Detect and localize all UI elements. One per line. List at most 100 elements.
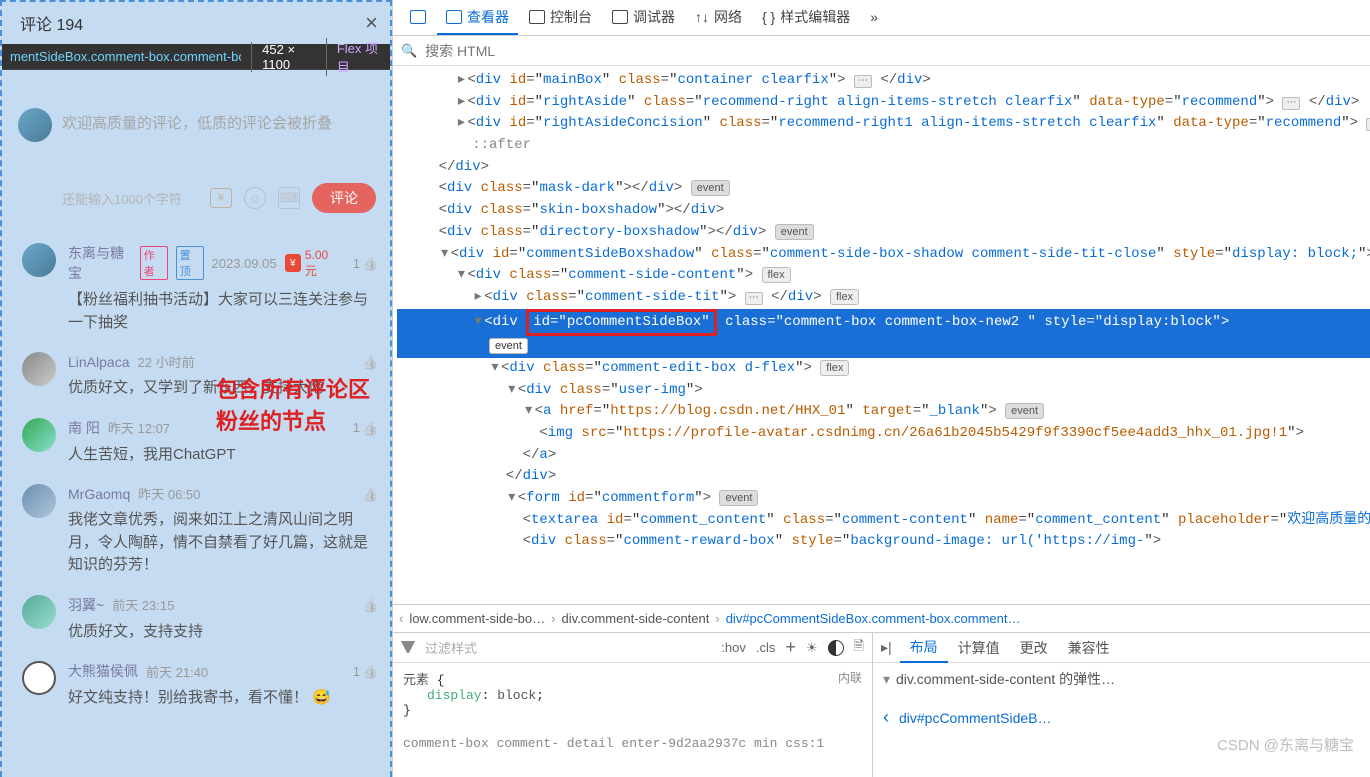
commenter-name[interactable]: LinAlpaca — [68, 354, 130, 370]
tab-console[interactable]: 控制台 — [520, 1, 601, 35]
hov-button[interactable]: :hov — [721, 640, 746, 655]
cls-button[interactable]: .cls — [756, 640, 776, 655]
dom-tree-line[interactable]: <img src="https://profile-avatar.csdnimg… — [397, 423, 1370, 445]
chevron-left-icon[interactable]: ‹ — [883, 707, 889, 728]
dom-tree-line[interactable]: <div class="directory-boxshadow"></div> … — [397, 222, 1370, 244]
author-tag: 作者 — [140, 246, 168, 280]
tab-network[interactable]: ↑↓ 网络 — [686, 1, 751, 35]
dom-tree-line[interactable]: ▾<form id="commentform"> event — [397, 488, 1370, 510]
dom-tree-line[interactable]: ▸<div class="comment-side-tit"> ⋯ </div>… — [397, 287, 1370, 309]
thumb-up-icon — [362, 256, 376, 270]
dom-tree-line[interactable]: </div> — [397, 157, 1370, 179]
like-button[interactable] — [362, 598, 376, 612]
tabs-overflow-icon[interactable]: » — [861, 3, 887, 33]
breadcrumb-item[interactable]: low.comment-side-bo… — [409, 611, 545, 626]
publish-button[interactable]: 评论 — [312, 183, 376, 213]
comment-time: 昨天 06:50 — [138, 484, 200, 503]
tab-debugger[interactable]: 调试器 — [603, 1, 684, 35]
commenter-avatar[interactable] — [22, 243, 56, 277]
commenter-name[interactable]: MrGaomq — [68, 486, 130, 502]
thumb-up-icon — [362, 355, 376, 369]
commenter-name[interactable]: 南 阳 — [68, 418, 100, 438]
comment-body: 【粉丝福利抽书活动】大家可以三连关注参与一下抽奖 — [68, 283, 376, 334]
commenter-name[interactable]: 东离与糖宝 — [68, 243, 132, 283]
comment-header: 东离与糖宝作者置顶2023.09.05¥5.00元1 — [68, 243, 376, 283]
commenter-avatar[interactable] — [22, 352, 56, 386]
thumb-up-icon — [362, 487, 376, 501]
selector-path: mentSideBox.comment-box.comment-box-new2 — [10, 49, 241, 64]
pick-element-button[interactable] — [401, 4, 435, 32]
styles-rules[interactable]: 元素 内联 { display: block; } comment-box co… — [393, 663, 872, 777]
dom-tree-line[interactable]: </a> — [397, 445, 1370, 467]
filter-styles-input[interactable]: 过滤样式 — [425, 638, 711, 657]
reward-yen-icon[interactable]: ¥ — [210, 188, 232, 208]
tab-changes[interactable]: 更改 — [1010, 634, 1058, 662]
print-mode-icon[interactable]: 🗎 — [854, 637, 864, 659]
flex-item-link[interactable]: div#pcCommentSideB… — [899, 710, 1052, 726]
tab-inspector[interactable]: 查看器 — [437, 1, 518, 35]
comment-textarea[interactable]: 欢迎高质量的评论，低质的评论会被折叠 — [62, 108, 376, 183]
tab-layout[interactable]: 布局 — [900, 633, 948, 663]
layout-sidebar-icon[interactable]: ▸| — [881, 639, 892, 656]
filter-icon[interactable] — [401, 641, 415, 655]
dom-tree[interactable]: ▸<div id="mainBox" class="container clea… — [393, 66, 1370, 604]
dom-tree-line[interactable]: ▾<div class="comment-edit-box d-flex"> f… — [397, 358, 1370, 380]
chevron-down-icon[interactable]: ▾ — [883, 671, 890, 688]
dom-tree-line[interactable]: ::after — [397, 135, 1370, 157]
like-button[interactable] — [362, 487, 376, 501]
user-avatar[interactable] — [18, 108, 52, 142]
styles-panel: 过滤样式 :hov .cls + ☀ 🗎 元素 内联 { display: bl… — [393, 632, 1370, 777]
dom-tree-line[interactable]: <div class="comment-reward-box" style="b… — [397, 531, 1370, 553]
search-html-input[interactable] — [425, 43, 1370, 59]
comment-time: 22 小时前 — [138, 352, 195, 371]
tab-computed[interactable]: 计算值 — [948, 634, 1010, 662]
commenter-avatar[interactable] — [22, 595, 56, 629]
dom-tree-line[interactable]: ▾<div class="comment-side-content"> flex — [397, 265, 1370, 287]
char-count-hint: 还能输入1000个字符 — [62, 189, 198, 208]
like-button[interactable]: 1 — [353, 664, 376, 679]
like-button[interactable]: 1 — [353, 256, 376, 271]
dom-tree-line[interactable]: ▾<div id="commentSideBoxshadow" class="c… — [397, 244, 1370, 266]
sticky-tag: 置顶 — [176, 246, 204, 280]
comment-item: 羽翼~前天 23:15优质好文，支持支持 — [2, 581, 390, 648]
dom-tree-line[interactable]: <textarea id="comment_content" class="co… — [397, 510, 1370, 532]
commenter-avatar[interactable] — [22, 418, 56, 452]
dom-tree-line[interactable]: ▾<a href="https://blog.csdn.net/HHX_01" … — [397, 401, 1370, 423]
like-button[interactable] — [362, 355, 376, 369]
dom-tree-line[interactable]: event — [397, 336, 1370, 358]
dom-tree-line[interactable]: ▸<div id="rightAsideConcision" class="re… — [397, 113, 1370, 135]
dark-mode-icon[interactable] — [828, 640, 844, 656]
comment-item: 大熊猫侯佩前天 21:401好文纯支持！别给我寄书，看不懂！ 😅 — [2, 647, 390, 714]
breadcrumb-item[interactable]: div.comment-side-content — [561, 611, 709, 626]
dom-tree-line[interactable]: ▾<div class="user-img"> — [397, 380, 1370, 402]
comment-body: 人生苦短，我用ChatGPT — [68, 438, 376, 467]
dom-tree-line[interactable]: </div> — [397, 466, 1370, 488]
dom-tree-line[interactable]: ▸<div id="mainBox" class="container clea… — [397, 70, 1370, 92]
breadcrumb-item-active[interactable]: div#pcCommentSideBox.comment-box.comment… — [726, 611, 1021, 626]
dom-tree-line[interactable]: ▾<div id="pcCommentSideBox" class="comme… — [397, 309, 1370, 337]
devtools-panel: 查看器 控制台 调试器 ↑↓ 网络 { } 样式编辑器 » !2 ⋯ 🔍 + ✎… — [392, 0, 1370, 777]
tab-style-editor[interactable]: { } 样式编辑器 — [753, 1, 859, 35]
add-rule-button[interactable]: + — [785, 637, 796, 658]
element-dimension-tooltip: mentSideBox.comment-box.comment-box-new2… — [2, 44, 390, 70]
comment-time: 昨天 12:07 — [108, 418, 170, 437]
comment-editor: 欢迎高质量的评论，低质的评论会被折叠 还能输入1000个字符 ¥ ☺ ⌨ 评论 — [62, 108, 376, 213]
comment-count-title: 评论 194 — [20, 11, 365, 35]
inline-origin: 内联 — [838, 669, 862, 686]
dom-tree-line[interactable]: ▸<div id="rightAside" class="recommend-r… — [397, 92, 1370, 114]
comment-header: LinAlpaca 22 小时前 — [68, 352, 376, 371]
breadcrumb-prev-icon[interactable]: ‹ — [399, 611, 403, 626]
layout-tab-bar: ▸| 布局 计算值 更改 兼容性 — [873, 633, 1370, 663]
code-icon[interactable]: ⌨ — [278, 187, 300, 209]
commenter-avatar[interactable] — [22, 484, 56, 518]
commenter-avatar[interactable] — [22, 661, 56, 695]
tab-compat[interactable]: 兼容性 — [1058, 634, 1120, 662]
commenter-name[interactable]: 羽翼~ — [68, 595, 104, 615]
dom-tree-line[interactable]: <div class="mask-dark"></div> event — [397, 178, 1370, 200]
light-mode-icon[interactable]: ☀ — [806, 640, 818, 656]
emoji-icon[interactable]: ☺ — [244, 187, 266, 209]
close-icon[interactable]: × — [365, 10, 378, 36]
stylesheet-source[interactable]: comment-box comment- detail enter-9d2aa2… — [403, 736, 862, 751]
dom-tree-line[interactable]: <div class="skin-boxshadow"></div> — [397, 200, 1370, 222]
commenter-name[interactable]: 大熊猫侯佩 — [68, 661, 138, 681]
